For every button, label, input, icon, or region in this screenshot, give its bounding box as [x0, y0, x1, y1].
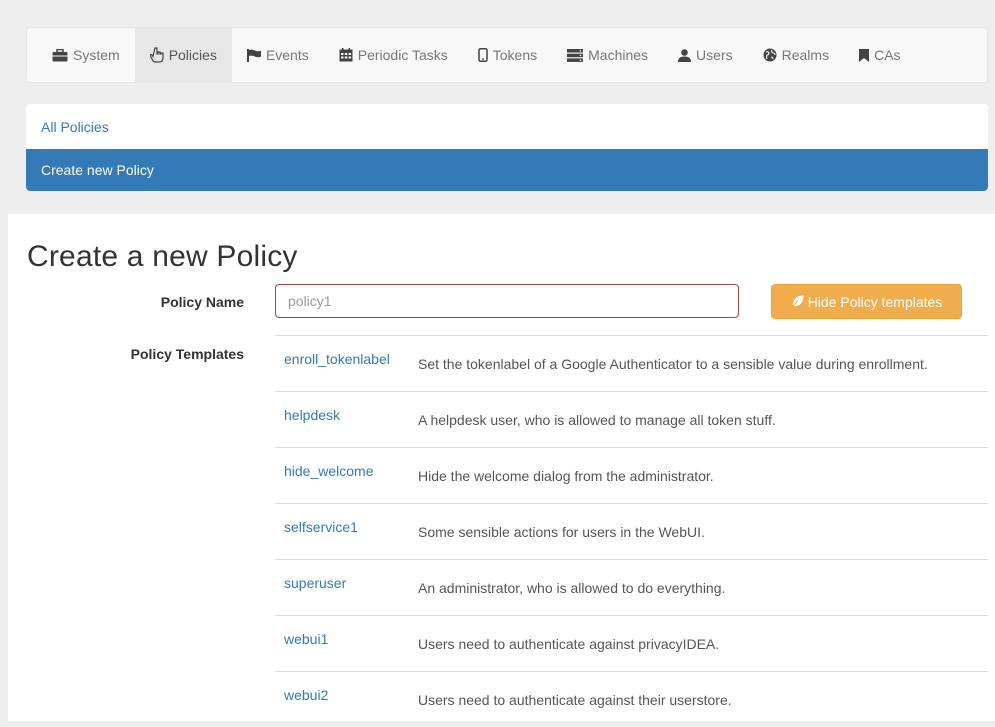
- policies-subnav: All Policies Create new Policy: [26, 104, 988, 191]
- template-description: Some sensible actions for users in the W…: [418, 524, 705, 540]
- template-row: helpdesk A helpdesk user, who is allowed …: [275, 391, 988, 447]
- nav-events[interactable]: Events: [232, 28, 324, 82]
- template-link-webui1[interactable]: webui1: [275, 616, 418, 671]
- template-row: webui2 Users need to authenticate against…: [275, 671, 988, 727]
- template-row: superuser An administrator, who is allowe…: [275, 559, 988, 615]
- nav-system[interactable]: System: [37, 28, 135, 82]
- template-description: A helpdesk user, who is allowed to manag…: [418, 412, 776, 428]
- template-link-webui2[interactable]: webui2: [275, 672, 418, 727]
- nav-users-label: Users: [696, 47, 733, 63]
- create-policy-panel: Create a new Policy Policy Name Hide Pol…: [8, 214, 995, 721]
- nav-system-label: System: [73, 47, 120, 63]
- nav-realms[interactable]: Realms: [748, 28, 844, 82]
- globe-icon: [763, 48, 777, 62]
- template-link-enroll-tokenlabel[interactable]: enroll_tokenlabel: [275, 336, 418, 391]
- template-row: enroll_tokenlabel Set the tokenlabel of a…: [275, 335, 988, 391]
- server-icon: [567, 48, 584, 62]
- flag-icon: [246, 48, 261, 62]
- template-link-hide-welcome[interactable]: hide_welcome: [275, 448, 418, 503]
- hand-pointer-icon: [149, 47, 164, 63]
- hide-policy-templates-label: Hide Policy templates: [807, 293, 943, 310]
- calendar-icon: [339, 48, 353, 62]
- nav-policies[interactable]: Policies: [134, 28, 232, 82]
- nav-cas-label: CAs: [874, 47, 901, 63]
- nav-periodic-tasks[interactable]: Periodic Tasks: [324, 28, 463, 82]
- create-new-policy-link[interactable]: Create new Policy: [26, 149, 988, 191]
- nav-machines[interactable]: Machines: [552, 28, 663, 82]
- template-link-superuser[interactable]: superuser: [275, 560, 418, 615]
- nav-cas[interactable]: CAs: [844, 28, 908, 82]
- template-description: Users need to authenticate against priva…: [418, 636, 720, 652]
- template-row: webui1 Users need to authenticate against…: [275, 615, 988, 671]
- template-row: hide_welcome Hide the welcome dialog from…: [275, 447, 988, 503]
- policy-templates-label: Policy Templates: [130, 346, 244, 362]
- template-link-selfservice1[interactable]: selfservice1: [275, 504, 418, 559]
- template-link-helpdesk[interactable]: helpdesk: [275, 392, 418, 447]
- nav-policies-label: Policies: [168, 47, 217, 63]
- template-description: Users need to authenticate against their…: [418, 692, 732, 708]
- nav-tokens-label: Tokens: [492, 47, 538, 63]
- template-row: selfservice1 Some sensible actions for us…: [275, 503, 988, 559]
- template-description: Hide the welcome dialog from the adminis…: [418, 468, 714, 484]
- user-icon: [678, 48, 692, 62]
- phone-icon: [478, 48, 488, 62]
- nav-users[interactable]: Users: [663, 28, 748, 82]
- bookmark-icon: [859, 48, 870, 62]
- nav-machines-label: Machines: [588, 47, 649, 63]
- nav-events-label: Events: [265, 47, 309, 63]
- all-policies-link[interactable]: All Policies: [26, 104, 988, 149]
- policy-name-input[interactable]: [275, 284, 739, 318]
- nav-periodic-tasks-label: Periodic Tasks: [357, 47, 448, 63]
- nav-tokens[interactable]: Tokens: [463, 28, 552, 82]
- briefcase-icon: [52, 48, 68, 62]
- template-description: Set the tokenlabel of a Google Authentic…: [418, 356, 928, 372]
- template-description: An administrator, who is allowed to do e…: [418, 580, 726, 596]
- page-title: Create a new Policy: [27, 240, 298, 273]
- policy-name-label: Policy Name: [160, 294, 244, 310]
- nav-realms-label: Realms: [781, 47, 830, 63]
- policy-templates-table: enroll_tokenlabel Set the tokenlabel of a…: [275, 335, 988, 727]
- hide-policy-templates-button[interactable]: Hide Policy templates: [771, 284, 962, 319]
- leaf-icon: [791, 295, 804, 308]
- main-navbar: System Policies Events Periodic Tasks To…: [26, 27, 988, 83]
